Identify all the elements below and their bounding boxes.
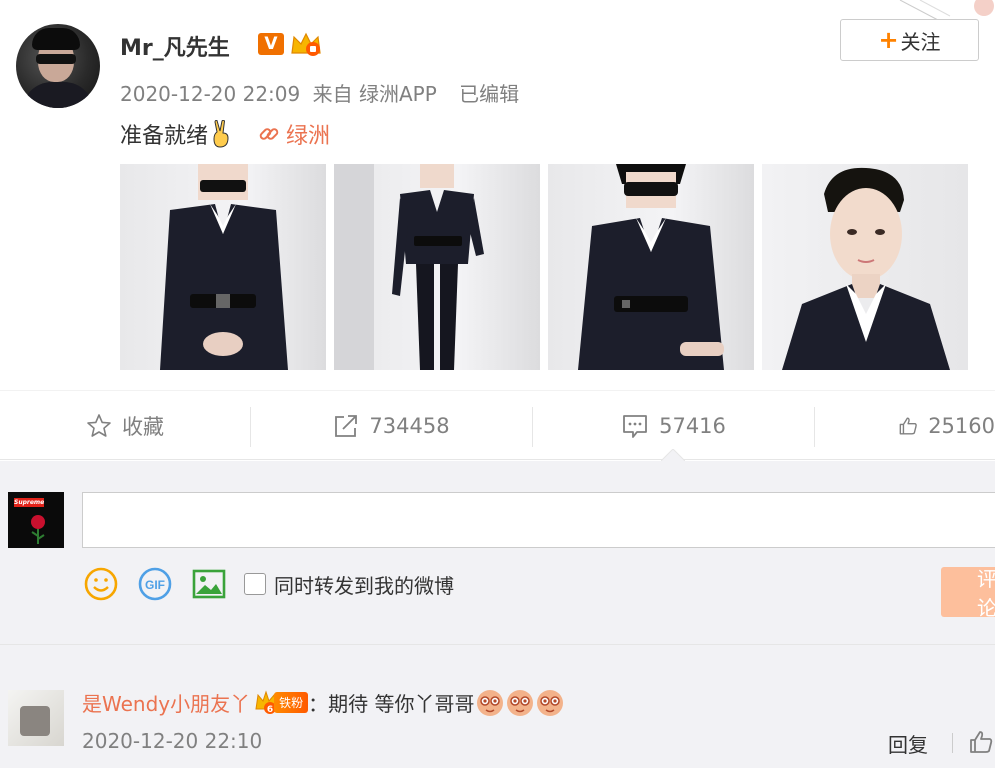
like-count: 25160	[928, 414, 995, 438]
post-text: 准备就绪 绿洲	[120, 118, 330, 150]
follow-button[interactable]: + 关注	[840, 19, 979, 61]
plus-icon: +	[878, 26, 899, 54]
oasis-link-label: 绿洲	[286, 124, 331, 149]
thumbs-up-icon	[899, 417, 917, 435]
composer-toolbar: GIF 同时转发到我的微博	[84, 567, 454, 601]
post-meta: 2020-12-20 22:09 来自 绿洲APP 已编辑	[120, 78, 525, 107]
emoji-sticker-icon	[536, 690, 563, 716]
edited-label[interactable]: 已编辑	[459, 82, 519, 106]
comment-section: Supreme GIF 同时转发到我的微博 评论 是Wendy小朋友丫 6 铁粉…	[0, 461, 995, 768]
comment-text: 期待 等你丫哥哥	[328, 691, 475, 716]
comment-input[interactable]	[82, 492, 995, 548]
gif-icon: GIF	[138, 567, 172, 601]
post-text-body: 准备就绪	[120, 124, 209, 149]
verified-badge-icon[interactable]: V	[258, 33, 284, 55]
emoji-sticker-icon	[506, 690, 533, 716]
smiley-icon	[84, 567, 118, 601]
repost-icon	[335, 415, 358, 437]
divider	[814, 407, 815, 447]
repost-checkbox[interactable]	[244, 573, 266, 595]
reply-button[interactable]: 回复	[888, 729, 928, 758]
commenter-name[interactable]: 是Wendy小朋友丫	[82, 688, 250, 717]
repost-count: 734458	[369, 414, 450, 438]
divider	[0, 644, 995, 645]
author-avatar[interactable]	[16, 24, 100, 108]
svg-text:GIF: GIF	[145, 578, 165, 592]
commenter-avatar[interactable]	[8, 690, 64, 746]
repost-checkbox-label[interactable]: 同时转发到我的微博	[274, 570, 454, 599]
favorite-button[interactable]: 收藏	[0, 391, 250, 461]
submit-comment-button[interactable]: 评论	[941, 567, 995, 617]
like-button[interactable]: 25160	[898, 391, 995, 461]
comment-time: 2020-12-20 22:10	[82, 729, 263, 753]
fan-label: 铁粉	[274, 691, 309, 713]
photo-grid	[120, 164, 968, 370]
post-photo[interactable]	[120, 164, 326, 370]
comment-item: 是Wendy小朋友丫 6 铁粉 ： 期待 等你丫哥哥	[82, 686, 565, 718]
image-button[interactable]	[192, 567, 226, 601]
comment-count: 57416	[659, 414, 726, 438]
oasis-link[interactable]: 绿洲	[258, 118, 330, 150]
post-time[interactable]: 2020-12-20 22:09	[120, 82, 300, 106]
post-photo[interactable]	[762, 164, 968, 370]
action-bar: 收藏 734458 57416 25160	[0, 390, 995, 460]
follow-label: 关注	[900, 29, 941, 54]
victory-hand-emoji-icon	[213, 120, 229, 148]
favorite-label: 收藏	[122, 415, 164, 439]
weibo-post: Mr_凡先生 V + 关注 2020-12-20 22:09 来自 绿洲APP …	[0, 0, 995, 390]
emoji-sticker-icon	[476, 690, 503, 716]
comment-like-icon[interactable]	[968, 729, 994, 755]
post-photo[interactable]	[334, 164, 540, 370]
comment-pointer-arrow	[661, 449, 685, 461]
comment-icon	[623, 415, 647, 438]
author-name[interactable]: Mr_凡先生	[120, 30, 230, 62]
post-source[interactable]: 来自 绿洲APP	[313, 82, 437, 106]
image-icon	[192, 569, 226, 599]
link-icon	[259, 128, 279, 140]
star-icon	[87, 414, 111, 437]
gif-button[interactable]: GIF	[138, 567, 172, 601]
divider	[952, 733, 953, 753]
fan-badge[interactable]: 6 铁粉	[254, 689, 309, 715]
comment-separator: ：	[308, 691, 329, 716]
my-avatar[interactable]: Supreme	[8, 492, 64, 548]
svg-text:6: 6	[267, 705, 273, 715]
repost-button[interactable]: 734458	[251, 391, 532, 461]
submit-label: 评论	[977, 567, 995, 617]
post-photo[interactable]	[548, 164, 754, 370]
vip-crown-icon[interactable]	[289, 31, 323, 57]
emoji-button[interactable]	[84, 567, 118, 601]
